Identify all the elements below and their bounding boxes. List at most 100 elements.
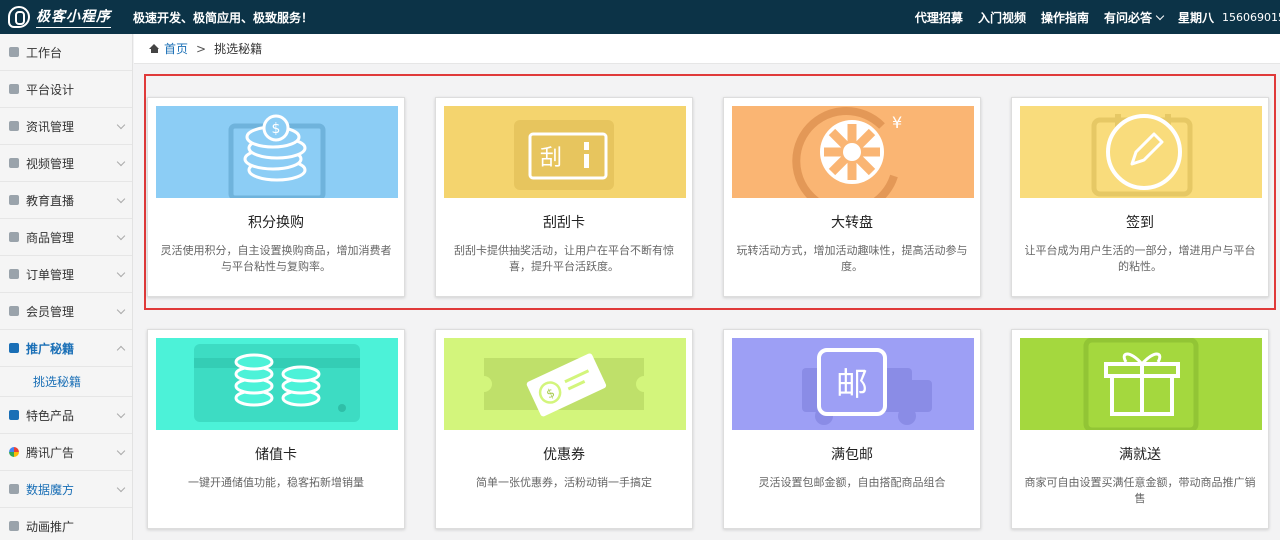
sidebar-item-news[interactable]: 资讯管理 [0,108,132,145]
breadcrumb-home[interactable]: 首页 [164,40,188,57]
breadcrumb-separator: > [196,41,207,56]
home-icon [149,44,160,53]
nav-faq-label: 有问必答 [1103,10,1152,25]
sidebar-item-label: 平台设计 [26,82,75,97]
card-scratch-card[interactable]: 刮 刮刮卡 刮刮卡提供抽奖活动，让用户在平台不断有惊喜，提升平台活跃度。 [435,97,693,297]
card-banner [1020,338,1262,430]
card-title: 签到 [1126,215,1154,231]
card-description: 灵活设置包邮金额，自由搭配商品组合 [758,476,946,489]
card-banner [156,338,398,430]
sidebar-item-animation[interactable]: 动画推广 [0,508,132,540]
card-free-shipping[interactable]: 邮 满包邮 灵活设置包邮金额，自由搭配商品组合 [723,329,981,529]
sidebar-item-label: 工作台 [26,45,63,60]
sidebar-item-label: 订单管理 [26,267,75,282]
sidebar-item-label: 动画推广 [26,519,75,534]
svg-text:刮: 刮 [540,146,562,171]
svg-text:邮: 邮 [836,365,868,403]
card-coupon[interactable]: $ 优惠券 简单一张优惠券，活粉动销一手搞定 [435,329,693,529]
coupon-icon: $ [484,353,644,417]
sidebar-item-featured[interactable]: 特色产品 [0,397,132,434]
sidebar-item-label: 视频管理 [26,156,75,171]
dashboard-icon [9,47,19,57]
sidebar-subitem-pick-tips[interactable]: 挑选秘籍 [0,367,132,397]
sidebar-item-platform-design[interactable]: 平台设计 [0,71,132,108]
card-gift-with-purchase[interactable]: 满就送 商家可自由设置买满任意金额，带动商品推广销售 [1011,329,1269,529]
card-stored-value[interactable]: 储值卡 一键开通储值功能，稳客拓新增销量 [147,329,405,529]
video-icon [9,158,19,168]
sidebar-item-label: 推广秘籍 [26,341,75,356]
logo-icon [8,6,30,28]
sidebar-item-video[interactable]: 视频管理 [0,145,132,182]
coins-icon: $ [228,114,326,198]
slogan: 极速开发、极简应用、极致服务！ [133,11,314,25]
card-banner [1020,106,1262,198]
chevron-down-icon [116,409,126,419]
card-title: 积分换购 [248,215,304,231]
chevron-down-icon [1155,11,1165,20]
weekday: 星期八 [1177,10,1214,25]
sidebar-item-workbench[interactable]: 工作台 [0,34,132,71]
top-bar: 极客小程序 极速开发、极简应用、极致服务！ 代理招募 入门视频 操作指南 有问必… [0,0,1280,34]
card-title: 满就送 [1119,447,1161,463]
nav-agent-recruit[interactable]: 代理招募 [915,9,963,26]
tag-icon [9,232,19,242]
scratch-card-icon: 刮 [514,120,614,190]
breadcrumb: 首页 > 挑选秘籍 [134,34,1280,64]
wheel-icon: ¥ [792,107,902,198]
sidebar-item-members[interactable]: 会员管理 [0,293,132,330]
card-banner: $ [444,338,686,430]
sidebar-item-products[interactable]: 商品管理 [0,219,132,256]
chevron-down-icon [116,120,126,130]
card-big-wheel[interactable]: ¥ 大转盘 玩转活动方式，增加活动趣味性，提高活动参与度。 [723,97,981,297]
card-title: 满包邮 [831,447,873,463]
card-title: 刮刮卡 [543,215,585,231]
svg-text:¥: ¥ [892,113,902,132]
tencent-ads-icon [9,447,19,457]
card-points-exchange[interactable]: $ 积分换购 灵活使用积分，自主设置换购商品，增加消费者与平台粘性与复购率。 [147,97,405,297]
card-description: 让平台成为用户生活的一部分，增进用户与平台的粘性。 [1024,244,1256,273]
sidebar-item-label: 会员管理 [26,304,75,319]
sidebar: 工作台 平台设计 资讯管理 视频管理 教育直播 商品管理 订单管理 会员管理 推… [0,34,133,540]
sidebar-item-live[interactable]: 教育直播 [0,182,132,219]
news-icon [9,121,19,131]
sidebar-item-orders[interactable]: 订单管理 [0,256,132,293]
card-title: 优惠券 [543,447,585,463]
logo[interactable]: 极客小程序 [8,6,111,28]
card-description: 商家可自由设置买满任意金额，带动商品推广销售 [1024,476,1256,505]
feature-icon [9,410,19,420]
order-icon [9,269,19,279]
breadcrumb-current: 挑选秘籍 [214,42,263,56]
sidebar-item-promotion[interactable]: 推广秘籍 [0,330,132,367]
nav-intro-video[interactable]: 入门视频 [978,9,1026,26]
sidebar-item-label: 资讯管理 [26,119,75,134]
logo-text: 极客小程序 [36,6,111,28]
card-title: 大转盘 [831,215,873,231]
sidebar-item-tencent-ads[interactable]: 腾讯广告 [0,434,132,471]
sidebar-subitem-label: 挑选秘籍 [33,375,82,389]
chevron-down-icon [116,446,126,456]
card-description: 刮刮卡提供抽奖活动，让用户在平台不断有惊喜，提升平台活跃度。 [454,244,674,273]
chevron-down-icon [116,483,126,493]
chevron-down-icon [116,231,126,241]
chevron-down-icon [116,157,126,167]
card-description: 一键开通储值功能，稳客拓新增销量 [188,476,364,489]
promotion-icon [9,343,19,353]
gift-icon [1083,338,1199,430]
sidebar-item-label: 教育直播 [26,193,75,208]
sidebar-item-label: 商品管理 [26,230,75,245]
main-content: 首页 > 挑选秘籍 $ 积分换购 灵活使用积分，自主设置换购商品，增加消费者与平… [134,34,1280,540]
nav-guide[interactable]: 操作指南 [1041,9,1089,26]
sidebar-item-data-cube[interactable]: 数据魔方 [0,471,132,508]
card-description: 玩转活动方式，增加活动趣味性，提高活动参与度。 [736,244,968,273]
member-icon [9,306,19,316]
card-sign-in[interactable]: 签到 让平台成为用户生活的一部分，增进用户与平台的粘性。 [1011,97,1269,297]
phone-number: 15606901558 [1222,10,1280,24]
free-shipping-icon: 邮 [802,348,932,425]
sidebar-item-label: 数据魔方 [26,482,75,497]
card-title: 储值卡 [255,447,297,463]
sign-in-icon [1091,114,1193,197]
card-banner: $ [156,106,398,198]
chevron-up-icon [116,345,126,355]
nav-faq[interactable]: 有问必答 [1103,9,1165,26]
animation-icon [9,521,19,531]
